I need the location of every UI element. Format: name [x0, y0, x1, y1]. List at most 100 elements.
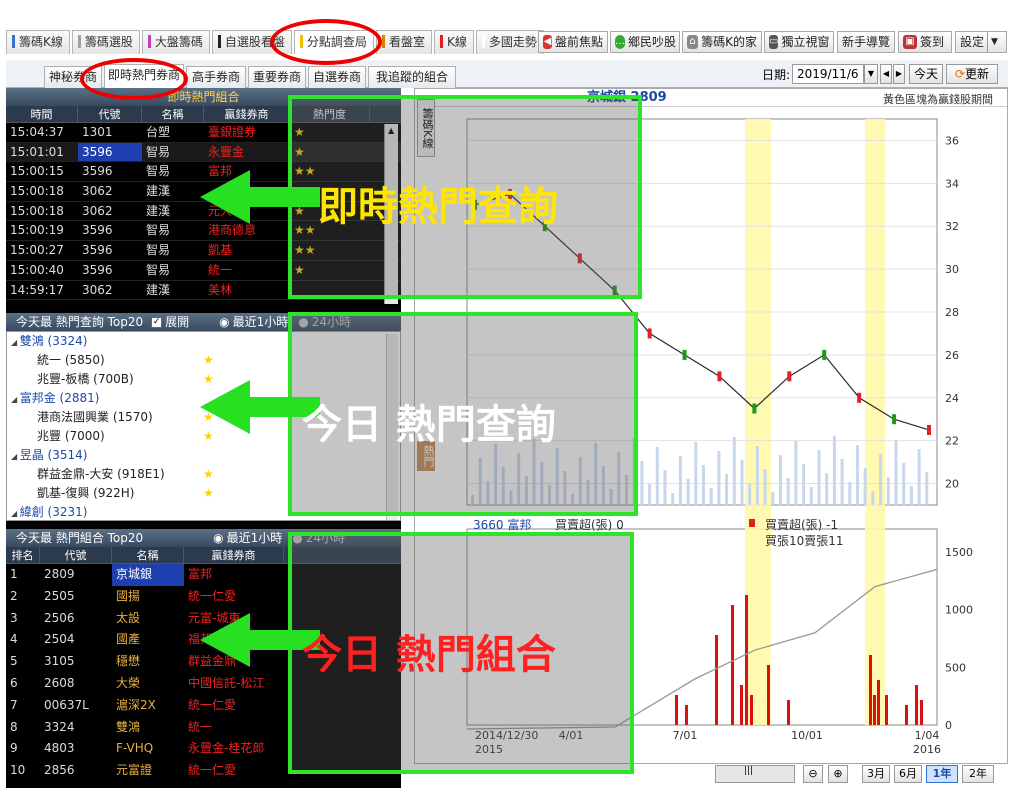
volume-bar	[763, 469, 767, 505]
megaphone-icon: ◀	[543, 35, 552, 49]
cell-rank: 1	[10, 567, 18, 581]
refresh-button[interactable]: ⟳更新	[946, 64, 998, 84]
cell-time: 15:04:37	[10, 125, 64, 139]
column-header[interactable]: 代號	[78, 106, 142, 122]
expand-arrow-icon[interactable]: ◢	[11, 452, 20, 461]
legend-swatch	[749, 519, 755, 527]
tab-major-broker[interactable]: 重要券商	[248, 66, 306, 88]
cell-name: 智易	[146, 262, 171, 277]
cell-time: 14:59:17	[10, 282, 64, 297]
net-buy-bar	[675, 695, 678, 725]
range-2y-button[interactable]: 2年	[962, 765, 994, 783]
column-header[interactable]: 代號	[40, 547, 112, 563]
horizontal-scrollbar[interactable]: |||	[715, 765, 795, 783]
tree-label: 群益金鼎-大安 (918E1)	[37, 467, 165, 481]
column-header[interactable]: 贏錢券商	[204, 106, 290, 122]
range-6m-button[interactable]: 6月	[894, 765, 922, 783]
top-tab[interactable]: K線	[433, 30, 474, 54]
tab-label: 重要券商	[252, 70, 301, 84]
y-tick-label: 28	[945, 306, 959, 319]
volume-bar	[786, 478, 790, 505]
top-tab[interactable]: 多國走勢	[475, 30, 544, 54]
volume-bar	[894, 440, 898, 505]
cell-rank: 7	[10, 697, 18, 712]
column-header[interactable]: 排名	[6, 547, 40, 563]
tab-label: K線	[446, 35, 467, 49]
tour-button[interactable]: 新手導覽	[837, 31, 895, 53]
forum-button[interactable]: … 鄉民吵股	[610, 31, 680, 53]
highlight-band	[745, 119, 771, 725]
refresh-icon: ⟳	[954, 67, 966, 81]
range-3m-button[interactable]: 3月	[862, 765, 890, 783]
y-tick-label: 34	[945, 177, 959, 190]
top-tab[interactable]: 大盤籌碼	[141, 30, 210, 54]
zoom-in-button[interactable]: ⊕	[828, 765, 848, 783]
date-label: 日期:	[762, 68, 791, 82]
volume-bar	[678, 456, 682, 505]
volume-bar	[779, 455, 782, 505]
net-buy-bar	[685, 705, 688, 725]
volume-tick-label: 0	[945, 719, 952, 732]
column-header[interactable]: 名稱	[112, 547, 184, 563]
expand-arrow-icon[interactable]: ◢	[11, 338, 20, 347]
tab-tracked-combo[interactable]: 我追蹤的組合	[368, 66, 456, 88]
tab-color-bar	[439, 35, 443, 48]
expand-arrow-icon[interactable]: ◢	[11, 395, 20, 404]
tree-label: 統一 (5850)	[37, 353, 105, 367]
volume-bar	[879, 454, 883, 505]
cell-name: 台塑	[146, 125, 171, 139]
column-header[interactable]: 名稱	[142, 106, 204, 122]
net-buy-bar	[740, 685, 743, 725]
volume-bar	[755, 446, 759, 505]
cell-name: 建漢	[146, 184, 171, 199]
top-tab[interactable]: 看盤室	[375, 30, 432, 54]
overlay-label-hot-combo: 今日 熱門組合	[302, 632, 556, 678]
date-dropdown-button[interactable]: ▼	[864, 64, 878, 84]
popout-button[interactable]: ▭ 獨立視窗	[764, 31, 834, 53]
home-button[interactable]: ⌂ 籌碼K的家	[682, 31, 762, 53]
top-tab[interactable]: 籌碼K線	[6, 30, 70, 54]
prev-date-button[interactable]: ◀	[880, 64, 892, 84]
next-date-button[interactable]: ▶	[893, 64, 905, 84]
chevron-down-icon: ▼	[867, 69, 875, 78]
x-tick-label: 10/01	[791, 729, 823, 742]
expand-checkbox[interactable]: ✓	[151, 316, 163, 328]
volume-bar	[732, 437, 736, 505]
top-tab[interactable]: 籌碼選股	[71, 30, 140, 54]
tab-color-bar	[147, 35, 151, 48]
cell-name: 穩懋	[116, 654, 141, 669]
volume-bar	[655, 447, 659, 505]
tab-expert-broker[interactable]: 高手券商	[186, 66, 246, 88]
volume-bar	[809, 487, 813, 505]
tab-custom-broker[interactable]: 自選券商	[308, 66, 366, 88]
cell-code: 3062	[82, 282, 113, 297]
expand-arrow-icon[interactable]: ◢	[11, 509, 20, 518]
pre-market-button[interactable]: ◀ 盤前焦點	[538, 31, 608, 53]
volume-tick-label: 1000	[945, 604, 973, 617]
volume-tick-label: 1500	[945, 546, 973, 559]
net-buy-bar	[869, 655, 872, 725]
volume-bar	[917, 449, 921, 505]
cell-time: 15:00:15	[10, 164, 64, 179]
range-1y-button[interactable]: 1年	[926, 765, 958, 783]
tree-label: 富邦金 (2881)	[19, 391, 100, 405]
date-input[interactable]: 2019/11/6	[792, 64, 864, 84]
cell-code: 3062	[82, 203, 113, 218]
expand-label: 展開	[165, 314, 190, 329]
cell-rank: 8	[10, 719, 18, 734]
net-buy-bar	[905, 705, 908, 725]
legend-text: 買張10賣張11	[765, 533, 844, 548]
settings-button[interactable]: 設定 ▼	[955, 31, 1007, 53]
cell-time: 15:00:18	[10, 203, 64, 218]
column-header[interactable]: 時間	[6, 106, 78, 122]
tree-label: 雙鴻 (3324)	[19, 334, 88, 348]
zoom-out-button[interactable]: ⊖	[803, 765, 823, 783]
y-tick-label: 24	[945, 392, 959, 405]
tree-label: 港商法國興業 (1570)	[37, 410, 153, 424]
cell-rank: 4	[10, 632, 18, 647]
today-button[interactable]: 今天	[909, 64, 943, 84]
volume-bar	[648, 484, 652, 505]
checkin-button[interactable]: ▣ 簽到	[898, 31, 952, 53]
cell-code: 3062	[82, 184, 113, 199]
cell-name: 太設	[116, 610, 141, 625]
